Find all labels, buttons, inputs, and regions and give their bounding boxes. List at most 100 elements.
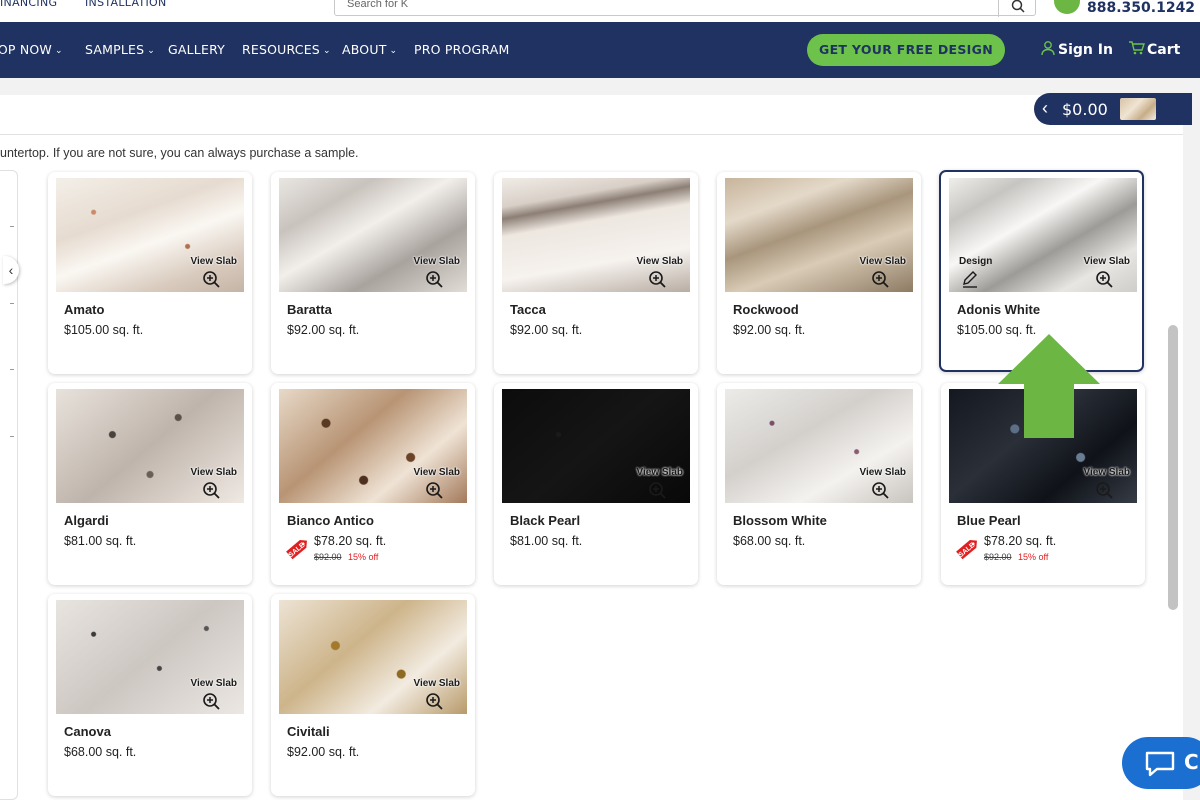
search-input[interactable]: Search for K [347,0,408,10]
view-slab-label[interactable]: View Slab [413,467,460,478]
financing-link[interactable]: INANCING [0,0,57,9]
slab-image[interactable]: View Slab [279,389,467,503]
product-card[interactable]: View Slab Rockwood $92.00 sq. ft. [717,172,921,374]
nav-label: PRO PROGRAM [414,42,510,57]
product-card[interactable]: View Slab Amato $105.00 sq. ft. [48,172,252,374]
pencil-icon[interactable] [961,270,979,288]
chat-button[interactable]: C [1122,737,1200,789]
view-slab-label[interactable]: View Slab [859,467,906,478]
slab-image[interactable]: View Slab [725,389,913,503]
helper-text: untertop. If you are not sure, you can a… [0,146,359,160]
slab-image[interactable]: View Slab [502,389,690,503]
slab-image[interactable]: View Slab [279,178,467,292]
view-slab-label[interactable]: View Slab [190,678,237,689]
nav-shop-now[interactable]: IOP NOW⌄ [0,42,63,57]
product-name: Blossom White [733,513,827,528]
cart-summary-pill[interactable]: ‹ $0.00 [1034,93,1192,125]
cart-total: $0.00 [1062,100,1108,119]
rail-tick [10,436,14,437]
view-slab-label[interactable]: View Slab [190,256,237,267]
rail-tick [10,303,14,304]
zoom-in-icon[interactable] [202,481,220,499]
search-icon[interactable] [1011,0,1025,13]
product-price: $78.20 sq. ft. [984,534,1057,548]
slab-image[interactable]: View Slab [725,178,913,292]
rail-tick [10,226,14,227]
design-label[interactable]: Design [959,256,992,267]
product-name: Amato [64,302,105,317]
sale-tag-icon: SALE [953,535,981,563]
view-slab-label[interactable]: View Slab [413,678,460,689]
view-slab-label[interactable]: View Slab [636,256,683,267]
nav-gallery[interactable]: GALLERY [168,42,225,57]
chat-label: C [1184,750,1199,774]
product-card[interactable]: View Slab Civitali $92.00 sq. ft. [271,594,475,796]
nav-pro-program[interactable]: PRO PROGRAM [414,42,510,57]
zoom-in-icon[interactable] [871,481,889,499]
installation-link[interactable]: INSTALLATION [85,0,166,9]
discount-label: 15% off [348,552,379,562]
chevron-left-icon: ‹ [1042,98,1048,118]
zoom-in-icon[interactable] [1095,481,1113,499]
green-up-arrow [998,334,1100,438]
nav-resources[interactable]: RESOURCES ⌄ [242,42,331,57]
slab-image[interactable]: View Slab [502,178,690,292]
product-price: $68.00 sq. ft. [733,534,806,548]
view-slab-label[interactable]: View Slab [190,467,237,478]
panel-header [0,95,1183,135]
search-divider [998,0,999,17]
chevron-down-icon: ⌄ [322,46,331,56]
product-card[interactable]: View Slab Algardi $81.00 sq. ft. [48,383,252,585]
view-slab-label[interactable]: View Slab [1083,256,1130,267]
top-utility-bar: INANCING INSTALLATION Search for K 888.3… [0,0,1200,22]
cart-link[interactable]: Cart [1128,40,1180,58]
product-card[interactable]: View Slab Baratta $92.00 sq. ft. [271,172,475,374]
search-box[interactable]: Search for K [334,0,1036,17]
slab-image[interactable]: Design View Slab [949,178,1137,292]
slab-image[interactable]: View Slab [56,178,244,292]
sign-in-link[interactable]: Sign In [1040,40,1113,58]
zoom-in-icon[interactable] [1095,270,1113,288]
zoom-in-icon[interactable] [425,692,443,710]
product-name: Baratta [287,302,332,317]
chevron-down-icon: ⌄ [389,46,398,56]
chat-icon [1145,751,1175,777]
product-card[interactable]: View Slab Black Pearl $81.00 sq. ft. [494,383,698,585]
product-price: $81.00 sq. ft. [64,534,137,548]
zoom-in-icon[interactable] [425,270,443,288]
product-card[interactable]: View Slab Blossom White $68.00 sq. ft. [717,383,921,585]
scrollbar-thumb[interactable] [1168,325,1178,610]
zoom-in-icon[interactable] [871,270,889,288]
rail-tick [10,369,14,370]
slab-image[interactable]: View Slab [56,389,244,503]
product-card[interactable]: View Slab Bianco Antico $78.20 sq. ft. SALE… [271,383,475,585]
phone-icon[interactable] [1054,0,1080,14]
slab-image[interactable]: View Slab [56,600,244,714]
zoom-in-icon[interactable] [648,270,666,288]
cart-icon [1129,41,1145,55]
view-slab-label[interactable]: View Slab [636,467,683,478]
zoom-in-icon[interactable] [425,481,443,499]
nav-about[interactable]: ABOUT ⌄ [342,42,397,57]
zoom-in-icon[interactable] [648,481,666,499]
zoom-in-icon[interactable] [202,270,220,288]
view-slab-label[interactable]: View Slab [413,256,460,267]
phone-number[interactable]: 888.350.1242 [1087,0,1195,16]
chevron-down-icon: ⌄ [55,46,63,56]
product-card[interactable]: View Slab Tacca $92.00 sq. ft. [494,172,698,374]
view-slab-label[interactable]: View Slab [859,256,906,267]
zoom-in-icon[interactable] [202,692,220,710]
product-name: Bianco Antico [287,513,374,528]
product-name: Rockwood [733,302,799,317]
view-slab-label[interactable]: View Slab [1083,467,1130,478]
discount-label: 15% off [1018,552,1049,562]
user-icon [1041,41,1055,56]
nav-label: GALLERY [168,42,225,57]
nav-samples[interactable]: SAMPLES ⌄ [85,42,155,57]
slab-image[interactable]: View Slab [279,600,467,714]
product-name: Civitali [287,724,330,739]
free-design-button[interactable]: GET YOUR FREE DESIGN [807,34,1005,66]
product-price: $105.00 sq. ft. [64,323,144,337]
sale-tag-icon: SALE [283,535,311,563]
product-card[interactable]: View Slab Canova $68.00 sq. ft. [48,594,252,796]
